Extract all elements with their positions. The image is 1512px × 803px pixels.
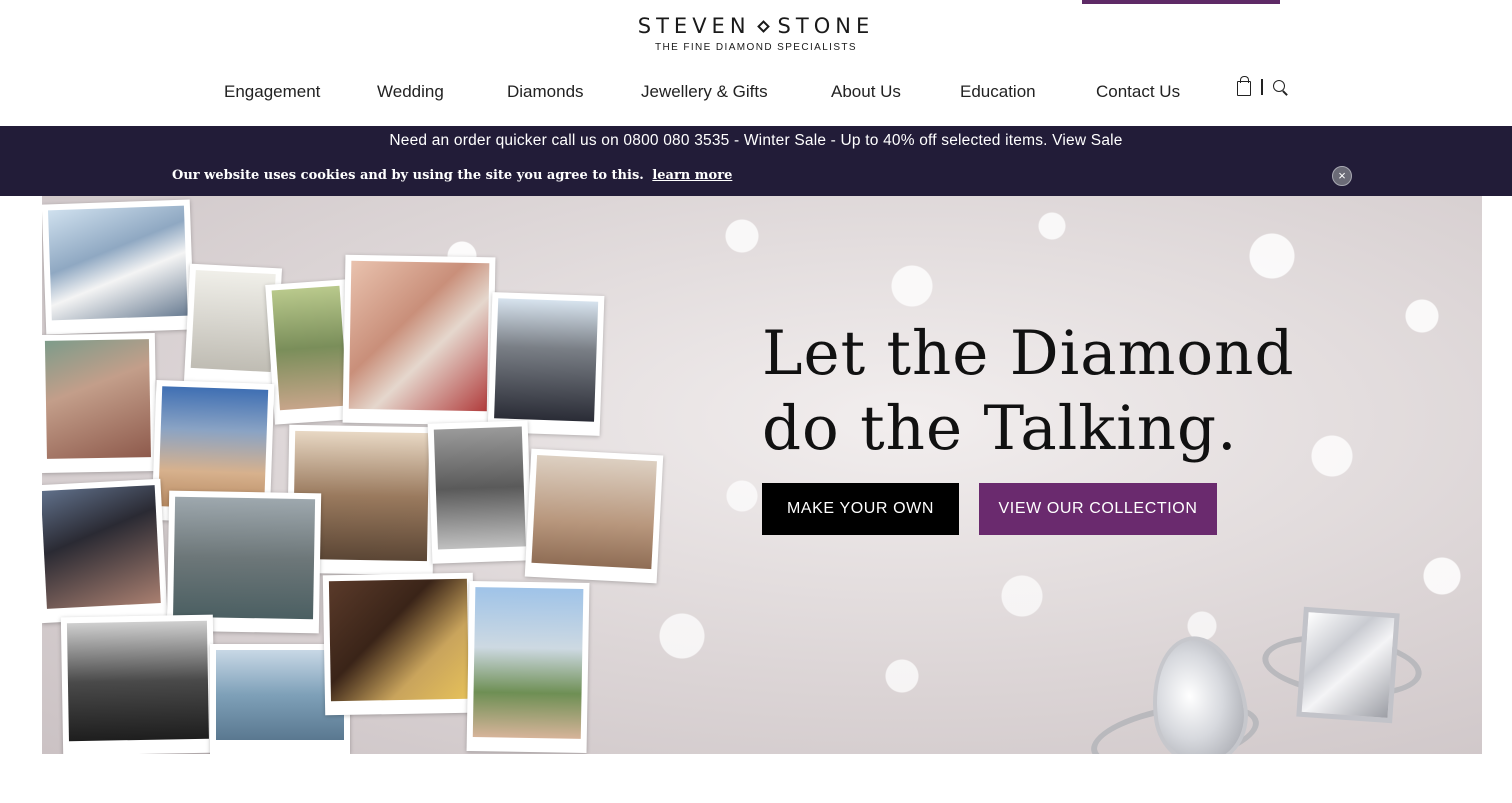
nav-item-jewellery-gifts[interactable]: Jewellery & Gifts (641, 82, 768, 102)
rings-image (1082, 606, 1482, 754)
logo[interactable]: STEVEN STONE THE FINE DIAMOND SPECIALIST… (0, 14, 1512, 53)
collage-photo (265, 279, 355, 425)
collage-photo (60, 614, 216, 754)
hero-headline: Let the Diamond do the Talking. (762, 316, 1295, 466)
collage-photo (342, 254, 496, 426)
collage-photo (42, 199, 195, 335)
cookie-close-button[interactable]: × (1332, 166, 1352, 186)
cookie-notice: Our website uses cookies and by using th… (172, 168, 732, 183)
cookie-text: Our website uses cookies and by using th… (172, 168, 644, 183)
notice-bar: Need an order quicker call us on 0800 08… (0, 126, 1512, 196)
search-icon[interactable] (1272, 80, 1287, 94)
collage-photo (487, 292, 605, 436)
collage-photo (42, 478, 168, 624)
hero-headline-line2: do the Talking. (762, 393, 1238, 464)
nav-item-contact-us[interactable]: Contact Us (1096, 82, 1180, 102)
collage-photo (427, 420, 533, 564)
collage-photo (42, 332, 158, 474)
nav-item-wedding[interactable]: Wedding (377, 82, 444, 102)
nav-item-education[interactable]: Education (960, 82, 1036, 102)
view-collection-button[interactable]: VIEW OUR COLLECTION (979, 483, 1217, 535)
nav-divider (1261, 79, 1263, 95)
site-header: STEVEN STONE THE FINE DIAMOND SPECIALIST… (0, 0, 1512, 126)
logo-tagline: THE FINE DIAMOND SPECIALISTS (654, 42, 857, 53)
nav-item-diamonds[interactable]: Diamonds (507, 82, 584, 102)
logo-name-left: STEVEN (637, 14, 751, 38)
collage-photo (466, 580, 590, 754)
bag-icon[interactable] (1237, 76, 1251, 96)
collage-photo (322, 572, 476, 716)
collage-photo (166, 490, 322, 634)
cookie-learn-more-link[interactable]: learn more (652, 168, 732, 183)
emerald-diamond (1296, 606, 1400, 724)
logo-name-right: STONE (777, 14, 875, 38)
pear-diamond (1143, 630, 1255, 754)
hero-headline-line1: Let the Diamond (762, 318, 1295, 389)
nav-item-engagement[interactable]: Engagement (224, 82, 320, 102)
collage-photo (524, 448, 664, 584)
nav-item-about-us[interactable]: About Us (831, 82, 901, 102)
logo-diamond-icon (756, 19, 770, 33)
logo-wordmark: STEVEN STONE (638, 14, 874, 38)
make-your-own-button[interactable]: MAKE YOUR OWN (762, 483, 959, 535)
promo-banner[interactable]: Need an order quicker call us on 0800 08… (0, 132, 1512, 150)
top-accent-bar (1082, 0, 1280, 4)
nav-icons (1237, 76, 1287, 96)
hero-banner: Let the Diamond do the Talking. MAKE YOU… (42, 196, 1482, 754)
